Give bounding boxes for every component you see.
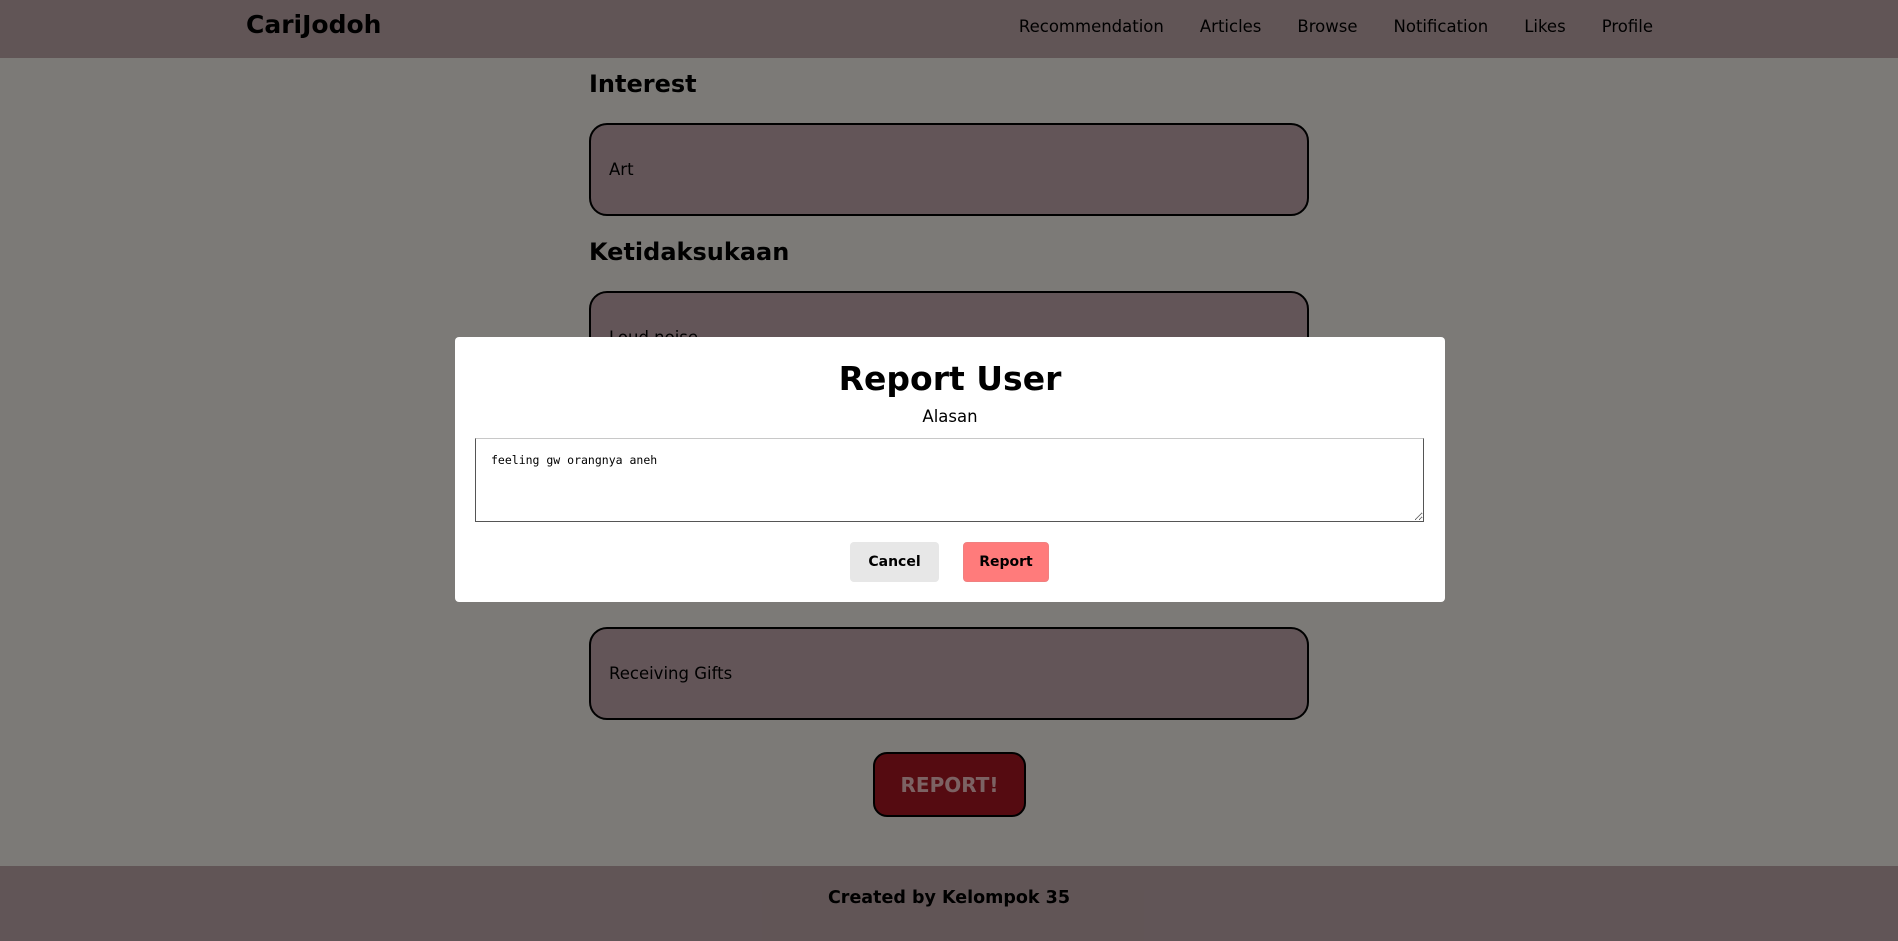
report-button[interactable]: Report	[963, 542, 1049, 582]
report-user-modal: Report User Alasan feeling gw orangnya a…	[455, 337, 1445, 602]
reason-label: Alasan	[922, 407, 978, 426]
modal-title: Report User	[838, 359, 1062, 398]
reason-textarea[interactable]: feeling gw orangnya aneh	[475, 438, 1424, 522]
cancel-button[interactable]: Cancel	[850, 542, 939, 582]
